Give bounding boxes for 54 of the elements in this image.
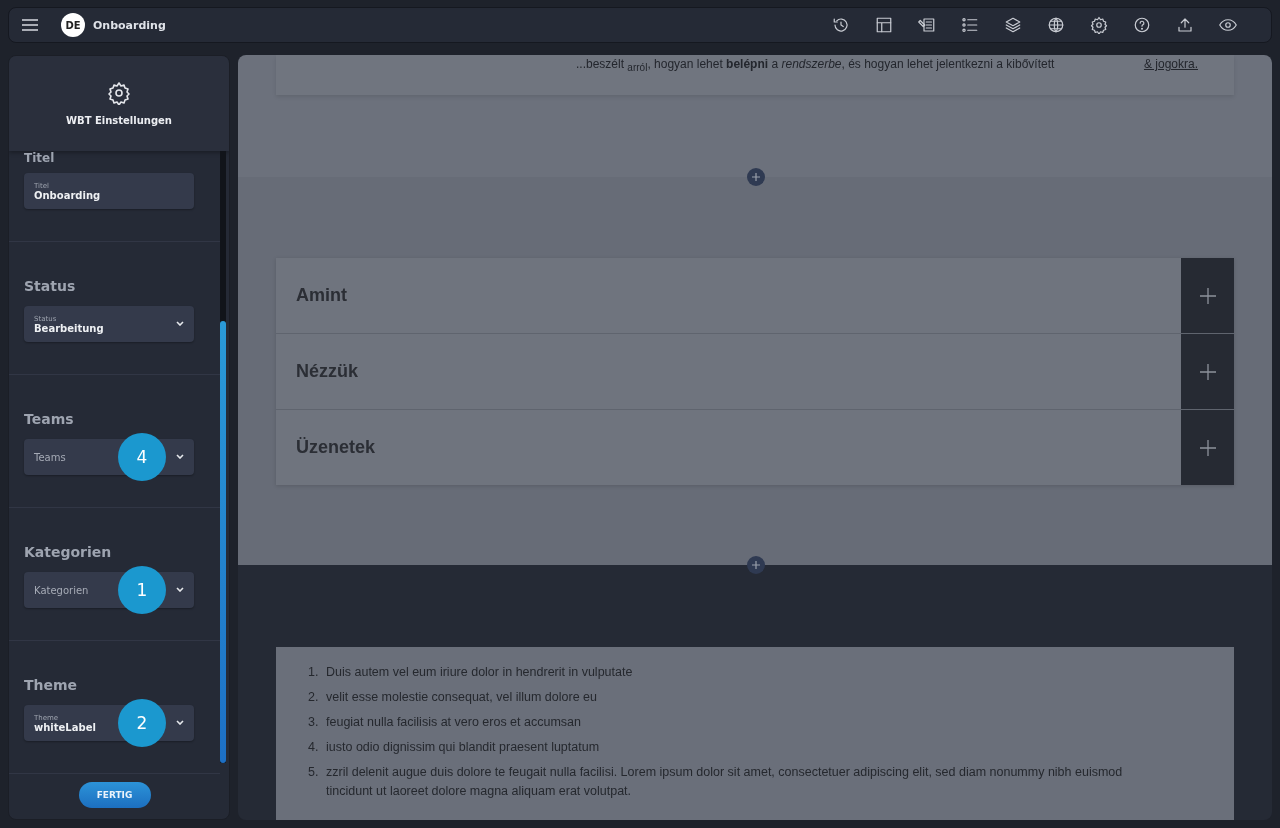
list-number: 3. xyxy=(308,714,320,731)
sidebar-title: WBT Einstellungen xyxy=(66,115,172,126)
accordion-title[interactable]: Nézzük xyxy=(296,361,1181,382)
list-number: 1. xyxy=(308,664,320,681)
section-heading: Teams xyxy=(24,411,75,427)
step-tooltip: 2 xyxy=(118,699,166,747)
field-value: Bearbeitung xyxy=(34,322,104,334)
field-value: Onboarding xyxy=(34,189,101,201)
field-value: whiteLabel xyxy=(34,721,96,733)
section-heading: Theme xyxy=(24,677,79,693)
add-block-button[interactable] xyxy=(747,168,765,186)
accordion-title[interactable]: Amint xyxy=(296,285,1181,306)
language-badge[interactable]: DE xyxy=(61,13,85,37)
settings-icon[interactable] xyxy=(1089,15,1109,35)
step-tooltip: 4 xyxy=(118,433,166,481)
edit-document-icon[interactable] xyxy=(917,15,937,35)
menu-button[interactable] xyxy=(21,18,39,32)
section-heading: Kategorien xyxy=(24,544,113,560)
plus-icon xyxy=(1199,287,1216,304)
accordion-title[interactable]: Üzenetek xyxy=(296,437,1181,458)
link[interactable]: & jogokra. xyxy=(1143,57,1198,71)
list-item-text: zzril delenit augue duis dolore te feugait nulla facilisi. Lorem ipsum dolor sit amet, consectetuer adipiscing elit, sed diam nonummy nibh euismod tincidunt ut laoreet dolore magna aliquam erat volutpat. xyxy=(326,764,1124,800)
plus-icon xyxy=(1199,363,1216,380)
globe-icon[interactable] xyxy=(1046,15,1066,35)
plus-icon xyxy=(752,173,760,181)
list-item-text: Duis autem vel eum iriure dolor in hendrerit in vulputate xyxy=(326,664,633,681)
caret-icon xyxy=(176,454,184,459)
list-item-text: velit esse molestie consequat, vel illum dolore eu xyxy=(326,689,597,706)
section-heading: Titel xyxy=(24,151,56,165)
layout-icon[interactable] xyxy=(874,15,894,35)
history-icon[interactable] xyxy=(831,15,851,35)
step-tooltip: 1 xyxy=(118,566,166,614)
paragraph: ...beszélt $_{arról}$, hogyan lehet belépni a rendszerbe, és hogyan lehet jelentkezni a kibővített xyxy=(576,57,1055,74)
add-block-button[interactable] xyxy=(747,556,765,574)
layers-icon[interactable] xyxy=(1003,15,1023,35)
list-item-text: iusto odio dignissim qui blandit praesent luptatum xyxy=(326,739,600,756)
course-title: Onboarding xyxy=(93,18,166,32)
caret-icon xyxy=(176,720,184,725)
list-item-text: feugiat nulla facilisis at vero eros et accumsan xyxy=(326,714,581,731)
list-number: 2. xyxy=(308,689,320,706)
help-icon[interactable] xyxy=(1132,15,1152,35)
list-icon[interactable] xyxy=(960,15,980,35)
caret-icon xyxy=(176,587,184,592)
field-placeholder: Kategorien xyxy=(34,584,89,596)
list-number: 5. xyxy=(308,764,320,781)
plus-icon xyxy=(1199,439,1216,456)
section-heading: Status xyxy=(24,278,77,294)
caret-icon xyxy=(176,321,184,326)
done-button[interactable]: FERTIG xyxy=(78,782,151,808)
plus-icon xyxy=(752,561,760,569)
field-placeholder: Teams xyxy=(34,451,66,463)
list-number: 4. xyxy=(308,739,320,756)
settings-icon xyxy=(107,81,131,105)
scrollbar-thumb[interactable] xyxy=(220,321,226,763)
